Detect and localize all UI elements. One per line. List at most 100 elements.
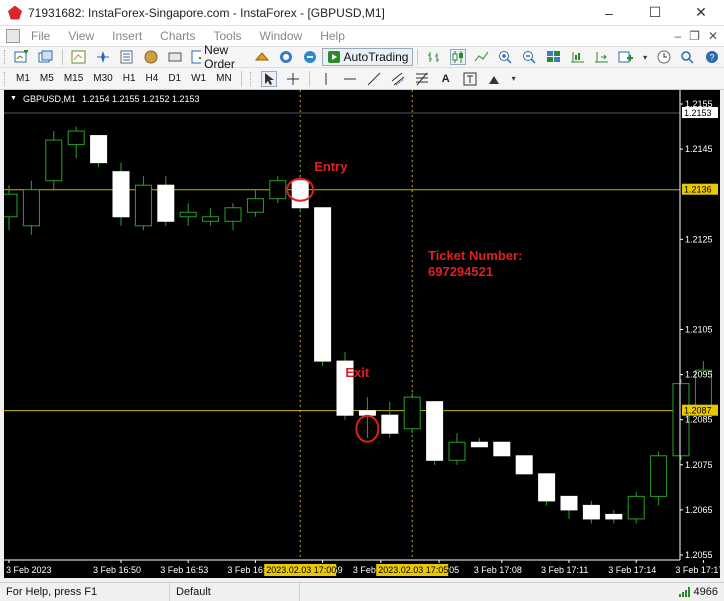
line-chart-icon[interactable]	[474, 49, 490, 65]
auto-scroll-icon[interactable]	[594, 49, 610, 65]
candle-body	[381, 414, 399, 434]
x-tick-label: 3 Feb 16:53	[160, 565, 208, 575]
candle-body	[179, 211, 197, 218]
data-window-icon[interactable]	[119, 49, 135, 65]
candle-body	[358, 410, 376, 416]
candlestick-chart[interactable]: 1.21551.21451.21251.21051.20951.20851.20…	[4, 90, 720, 578]
timeframe-d1[interactable]: D1	[163, 73, 186, 84]
timeframe-m30[interactable]: M30	[88, 73, 117, 84]
toolbar-separator	[240, 70, 242, 87]
strategy-tester-icon[interactable]	[167, 49, 183, 65]
experts-icon[interactable]	[254, 49, 270, 65]
terminal-icon[interactable]	[143, 49, 159, 65]
child-minimize-button[interactable]: –	[674, 29, 681, 43]
timeframe-m5[interactable]: M5	[35, 73, 59, 84]
bar-chart-icon[interactable]	[426, 49, 442, 65]
price-label: 1.2153	[684, 108, 712, 118]
menu-charts[interactable]: Charts	[151, 29, 204, 43]
text-label-icon[interactable]	[462, 71, 478, 87]
signals-icon[interactable]	[302, 49, 318, 65]
child-restore-button[interactable]: ❐	[689, 29, 700, 43]
y-tick-label: 1.2105	[685, 325, 713, 335]
new-order-icon	[191, 50, 202, 64]
metaeditor-icon[interactable]	[278, 49, 294, 65]
exit-label: Exit	[345, 365, 370, 380]
toolbar-grip	[4, 71, 7, 86]
candlestick-chart-icon[interactable]	[450, 49, 467, 65]
candle-body	[515, 455, 533, 475]
dropdown-arrow-icon[interactable]: ▾	[510, 71, 518, 87]
timeframe-h4[interactable]: H4	[141, 73, 164, 84]
chart-window[interactable]: 1.2155 1.2145 1.2125 1.2105 1.2095 1.2085 1.20…	[4, 90, 720, 578]
candle-body	[246, 198, 264, 213]
new-order-button[interactable]: New Order	[187, 43, 249, 71]
entry-label: Entry	[314, 159, 348, 174]
zoom-out-icon[interactable]	[522, 49, 538, 65]
timeframe-h1[interactable]: H1	[118, 73, 141, 84]
navigator-icon[interactable]	[95, 49, 111, 65]
ticket-value: 697294521	[428, 264, 493, 279]
candle-body	[538, 473, 556, 502]
status-traffic-value: 4966	[693, 585, 718, 598]
x-tick-label: 3 Feb 17:14	[608, 565, 656, 575]
status-profile: Default	[170, 582, 300, 601]
market-watch-icon[interactable]	[71, 49, 87, 65]
fibonacci-icon[interactable]	[414, 71, 430, 87]
y-tick-label: 1.2125	[685, 234, 713, 244]
maximize-button[interactable]: ☐	[632, 0, 678, 26]
toolbar-grip	[249, 71, 253, 86]
y-tick-label: 1.2085	[685, 415, 713, 425]
autotrading-button[interactable]: AutoTrading	[321, 48, 414, 66]
timeframe-m15[interactable]: M15	[59, 73, 88, 84]
chart-shift-icon[interactable]	[570, 49, 586, 65]
window-title: 71931682: InstaForex-Singapore.com - Ins…	[28, 5, 385, 20]
text-tool-icon[interactable]: A	[438, 71, 454, 87]
help-icon[interactable]: ?	[704, 49, 720, 65]
arrows-icon[interactable]	[486, 71, 502, 87]
timeframe-w1[interactable]: W1	[186, 73, 211, 84]
crosshair-icon[interactable]	[285, 71, 301, 87]
close-button[interactable]: ✕	[678, 0, 724, 26]
zoom-in-icon[interactable]	[498, 49, 514, 65]
minimize-button[interactable]: –	[586, 0, 632, 26]
standard-toolbar: New Order AutoTrading ▾ ?	[0, 43, 724, 71]
candle-body	[627, 495, 645, 520]
horizontal-line-icon[interactable]	[342, 71, 358, 87]
profiles-icon[interactable]	[38, 49, 54, 65]
toolbar-separator	[308, 70, 310, 87]
status-bar: For Help, press F1 Default 4966	[0, 582, 724, 601]
toolbar-separator	[417, 49, 419, 65]
indicators-icon[interactable]	[618, 49, 634, 65]
menu-window[interactable]: Window	[251, 29, 312, 43]
new-chart-icon[interactable]	[14, 49, 30, 65]
menu-tools[interactable]: Tools	[205, 29, 251, 43]
tile-windows-icon[interactable]	[546, 49, 562, 65]
timeframe-m1[interactable]: M1	[11, 73, 35, 84]
chart-window-icon[interactable]	[6, 29, 20, 43]
menu-insert[interactable]: Insert	[103, 29, 151, 43]
timeframe-mn[interactable]: MN	[211, 73, 237, 84]
x-tick-label: 3 Feb 17:11	[541, 565, 588, 575]
equidistant-channel-icon[interactable]	[390, 71, 406, 87]
periods-icon[interactable]	[656, 49, 672, 65]
candle-body	[426, 401, 444, 461]
menu-bar: File View Insert Charts Tools Window Hel…	[0, 26, 724, 46]
menu-view[interactable]: View	[59, 29, 103, 43]
search-icon[interactable]	[680, 49, 696, 65]
candle-body	[134, 184, 152, 227]
chart-ohlc: 1.2154 1.2155 1.2152 1.2153	[81, 94, 200, 104]
dropdown-arrow-icon[interactable]: ▾	[642, 49, 648, 65]
child-close-button[interactable]: ✕	[708, 29, 718, 43]
candle-body	[157, 184, 175, 222]
title-bar: 71931682: InstaForex-Singapore.com - Ins…	[0, 0, 724, 26]
candle-body	[269, 180, 287, 200]
cursor-icon[interactable]	[260, 70, 277, 87]
x-tick-label: 3 Feb 17:08	[474, 565, 522, 575]
candle-body	[90, 135, 108, 164]
candle-body	[224, 207, 242, 222]
menu-file[interactable]: File	[22, 29, 59, 43]
trendline-icon[interactable]	[366, 71, 382, 87]
candle-body	[112, 171, 130, 218]
menu-help[interactable]: Help	[311, 29, 354, 43]
vertical-line-icon[interactable]	[318, 71, 334, 87]
